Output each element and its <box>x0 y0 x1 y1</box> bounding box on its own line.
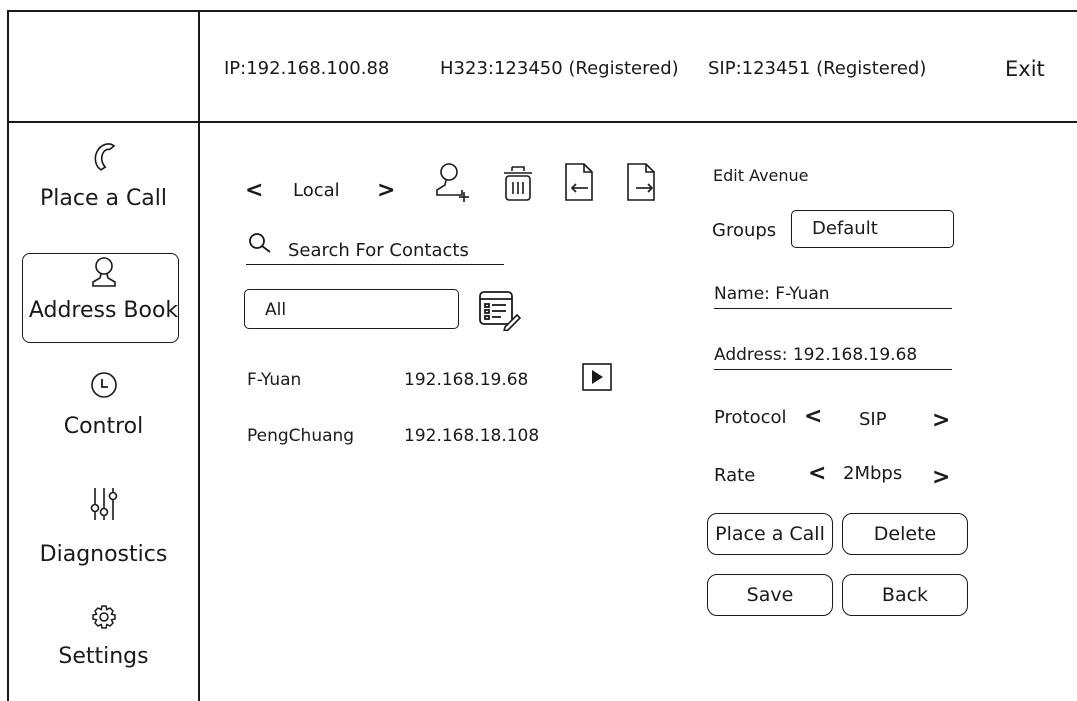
source-prev-button[interactable]: < <box>245 178 263 203</box>
groups-label: Groups <box>712 220 777 241</box>
name-field[interactable]: Name: F-Yuan <box>714 284 952 309</box>
protocol-value: SIP <box>859 409 887 430</box>
contact-name[interactable]: F-Yuan <box>247 370 301 390</box>
rate-label: Rate <box>714 465 756 486</box>
add-contact-icon[interactable] <box>434 160 474 204</box>
sidebar-item-settings[interactable]: Settings <box>9 604 198 669</box>
name-field-text: Name: F-Yuan <box>714 284 830 304</box>
sidebar-item-label: Control <box>63 414 144 439</box>
group-filter-select[interactable]: All <box>244 289 459 329</box>
ip-status: IP:192.168.100.88 <box>224 58 390 79</box>
sidebar-item-label: Place a Call <box>39 186 168 211</box>
sidebar-item-label: Settings <box>58 644 149 669</box>
search-input[interactable]: Search For Contacts <box>246 240 504 265</box>
delete-button[interactable]: Delete <box>842 513 968 555</box>
place-call-button[interactable]: Place a Call <box>707 513 833 555</box>
delete-contact-icon[interactable] <box>500 163 536 203</box>
user-icon <box>91 257 116 287</box>
h323-status: H323:123450 (Registered) <box>440 58 679 79</box>
groups-select[interactable]: Default <box>791 210 954 248</box>
protocol-prev-button[interactable]: < <box>804 404 822 429</box>
sliders-icon <box>90 488 117 520</box>
rate-value: 2Mbps <box>843 463 903 484</box>
protocol-label: Protocol <box>714 407 787 428</box>
edit-list-icon[interactable] <box>477 289 521 331</box>
rate-prev-button[interactable]: < <box>808 461 826 486</box>
address-field-text: Address: 192.168.19.68 <box>714 345 918 365</box>
sidebar-divider <box>198 10 200 701</box>
exit-button[interactable]: Exit <box>1005 57 1045 81</box>
contact-address: 192.168.18.108 <box>404 426 540 446</box>
edit-panel-title: Edit Avenue <box>713 166 809 185</box>
sidebar-item-place-a-call[interactable]: Place a Call <box>9 140 198 211</box>
sidebar-item-label: Address Book <box>28 298 179 323</box>
export-icon[interactable] <box>624 160 658 204</box>
sidebar-item-diagnostics[interactable]: Diagnostics <box>9 486 198 567</box>
play-icon[interactable] <box>581 362 613 392</box>
search-label: Search For Contacts <box>288 240 469 261</box>
rate-next-button[interactable]: > <box>932 465 950 490</box>
address-field[interactable]: Address: 192.168.19.68 <box>714 345 952 370</box>
gear-icon <box>91 605 116 629</box>
source-label: Local <box>293 180 340 201</box>
contact-name[interactable]: PengChuang <box>247 426 354 446</box>
save-button[interactable]: Save <box>707 574 833 616</box>
import-icon[interactable] <box>562 160 596 204</box>
protocol-next-button[interactable]: > <box>932 408 950 433</box>
group-filter-value: All <box>265 300 287 320</box>
sip-status: SIP:123451 (Registered) <box>708 58 927 79</box>
groups-value: Default <box>812 218 878 239</box>
frame-left-border <box>7 10 9 701</box>
phone-icon <box>94 143 115 171</box>
back-button[interactable]: Back <box>842 574 968 616</box>
header-divider <box>7 121 1077 123</box>
clock-icon <box>90 372 117 398</box>
source-next-button[interactable]: > <box>377 178 395 203</box>
sidebar-item-label: Diagnostics <box>39 542 168 567</box>
sidebar-item-address-book[interactable]: Address Book <box>9 256 198 323</box>
sidebar-item-control[interactable]: Control <box>9 370 198 439</box>
frame-top-border <box>7 10 1077 12</box>
contact-address: 192.168.19.68 <box>404 370 529 390</box>
